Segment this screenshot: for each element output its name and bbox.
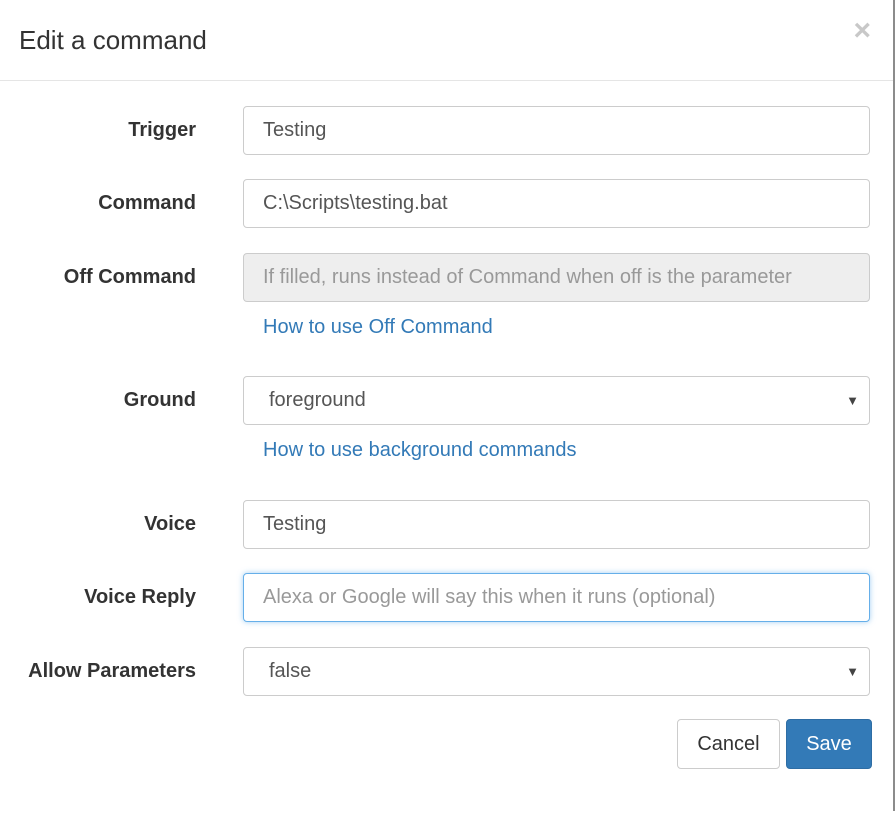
modal-header: Edit a command × — [0, 0, 893, 81]
allow-parameters-select[interactable]: false ▼ — [243, 647, 870, 696]
ground-selected-value: foreground — [269, 389, 366, 411]
modal-title: Edit a command — [19, 25, 207, 55]
voice-input[interactable]: Testing — [243, 500, 870, 549]
off-command-help-link[interactable]: How to use Off Command — [263, 316, 493, 339]
save-button[interactable]: Save — [786, 719, 872, 769]
chevron-down-icon: ▼ — [846, 393, 859, 408]
trigger-label: Trigger — [128, 119, 196, 141]
ground-label: Ground — [123, 389, 196, 411]
trigger-input[interactable]: Testing — [243, 106, 870, 155]
cancel-button[interactable]: Cancel — [677, 719, 780, 769]
chevron-down-icon: ▼ — [846, 664, 859, 679]
allow-parameters-selected-value: false — [269, 660, 312, 682]
ground-select[interactable]: foreground ▼ — [243, 376, 870, 425]
background-commands-help-link[interactable]: How to use background commands — [263, 439, 577, 462]
command-input[interactable]: C:\Scripts\testing.bat — [243, 179, 870, 228]
voice-reply-label: Voice Reply — [84, 586, 196, 608]
command-label: Command — [98, 192, 196, 214]
off-command-input[interactable]: If filled, runs instead of Command when … — [243, 253, 870, 302]
edit-command-modal: Edit a command × Trigger Testing Command… — [0, 0, 895, 811]
voice-label: Voice — [144, 513, 196, 535]
close-icon[interactable]: × — [853, 16, 871, 46]
allow-parameters-label: Allow Parameters — [28, 660, 196, 682]
off-command-label: Off Command — [63, 266, 196, 288]
voice-reply-input[interactable]: Alexa or Google will say this when it ru… — [243, 573, 870, 622]
